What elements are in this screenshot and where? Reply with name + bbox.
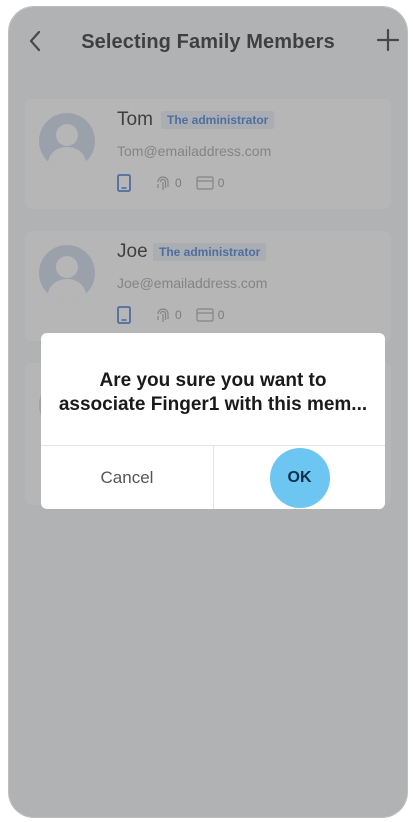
cancel-button[interactable]: Cancel <box>41 446 213 509</box>
dialog-message-line-1: Are you sure you want to <box>99 370 327 391</box>
ok-button-area[interactable]: OK <box>214 446 385 509</box>
dialog-message: Are you sure you want to associate Finge… <box>41 369 385 417</box>
ok-button[interactable]: OK <box>269 447 330 508</box>
confirm-dialog: Are you sure you want to associate Finge… <box>41 333 385 509</box>
phone-frame: Selecting Family Members Tom The adminis… <box>8 6 408 818</box>
dialog-message-line-2: associate Finger1 with this mem... <box>58 394 368 415</box>
